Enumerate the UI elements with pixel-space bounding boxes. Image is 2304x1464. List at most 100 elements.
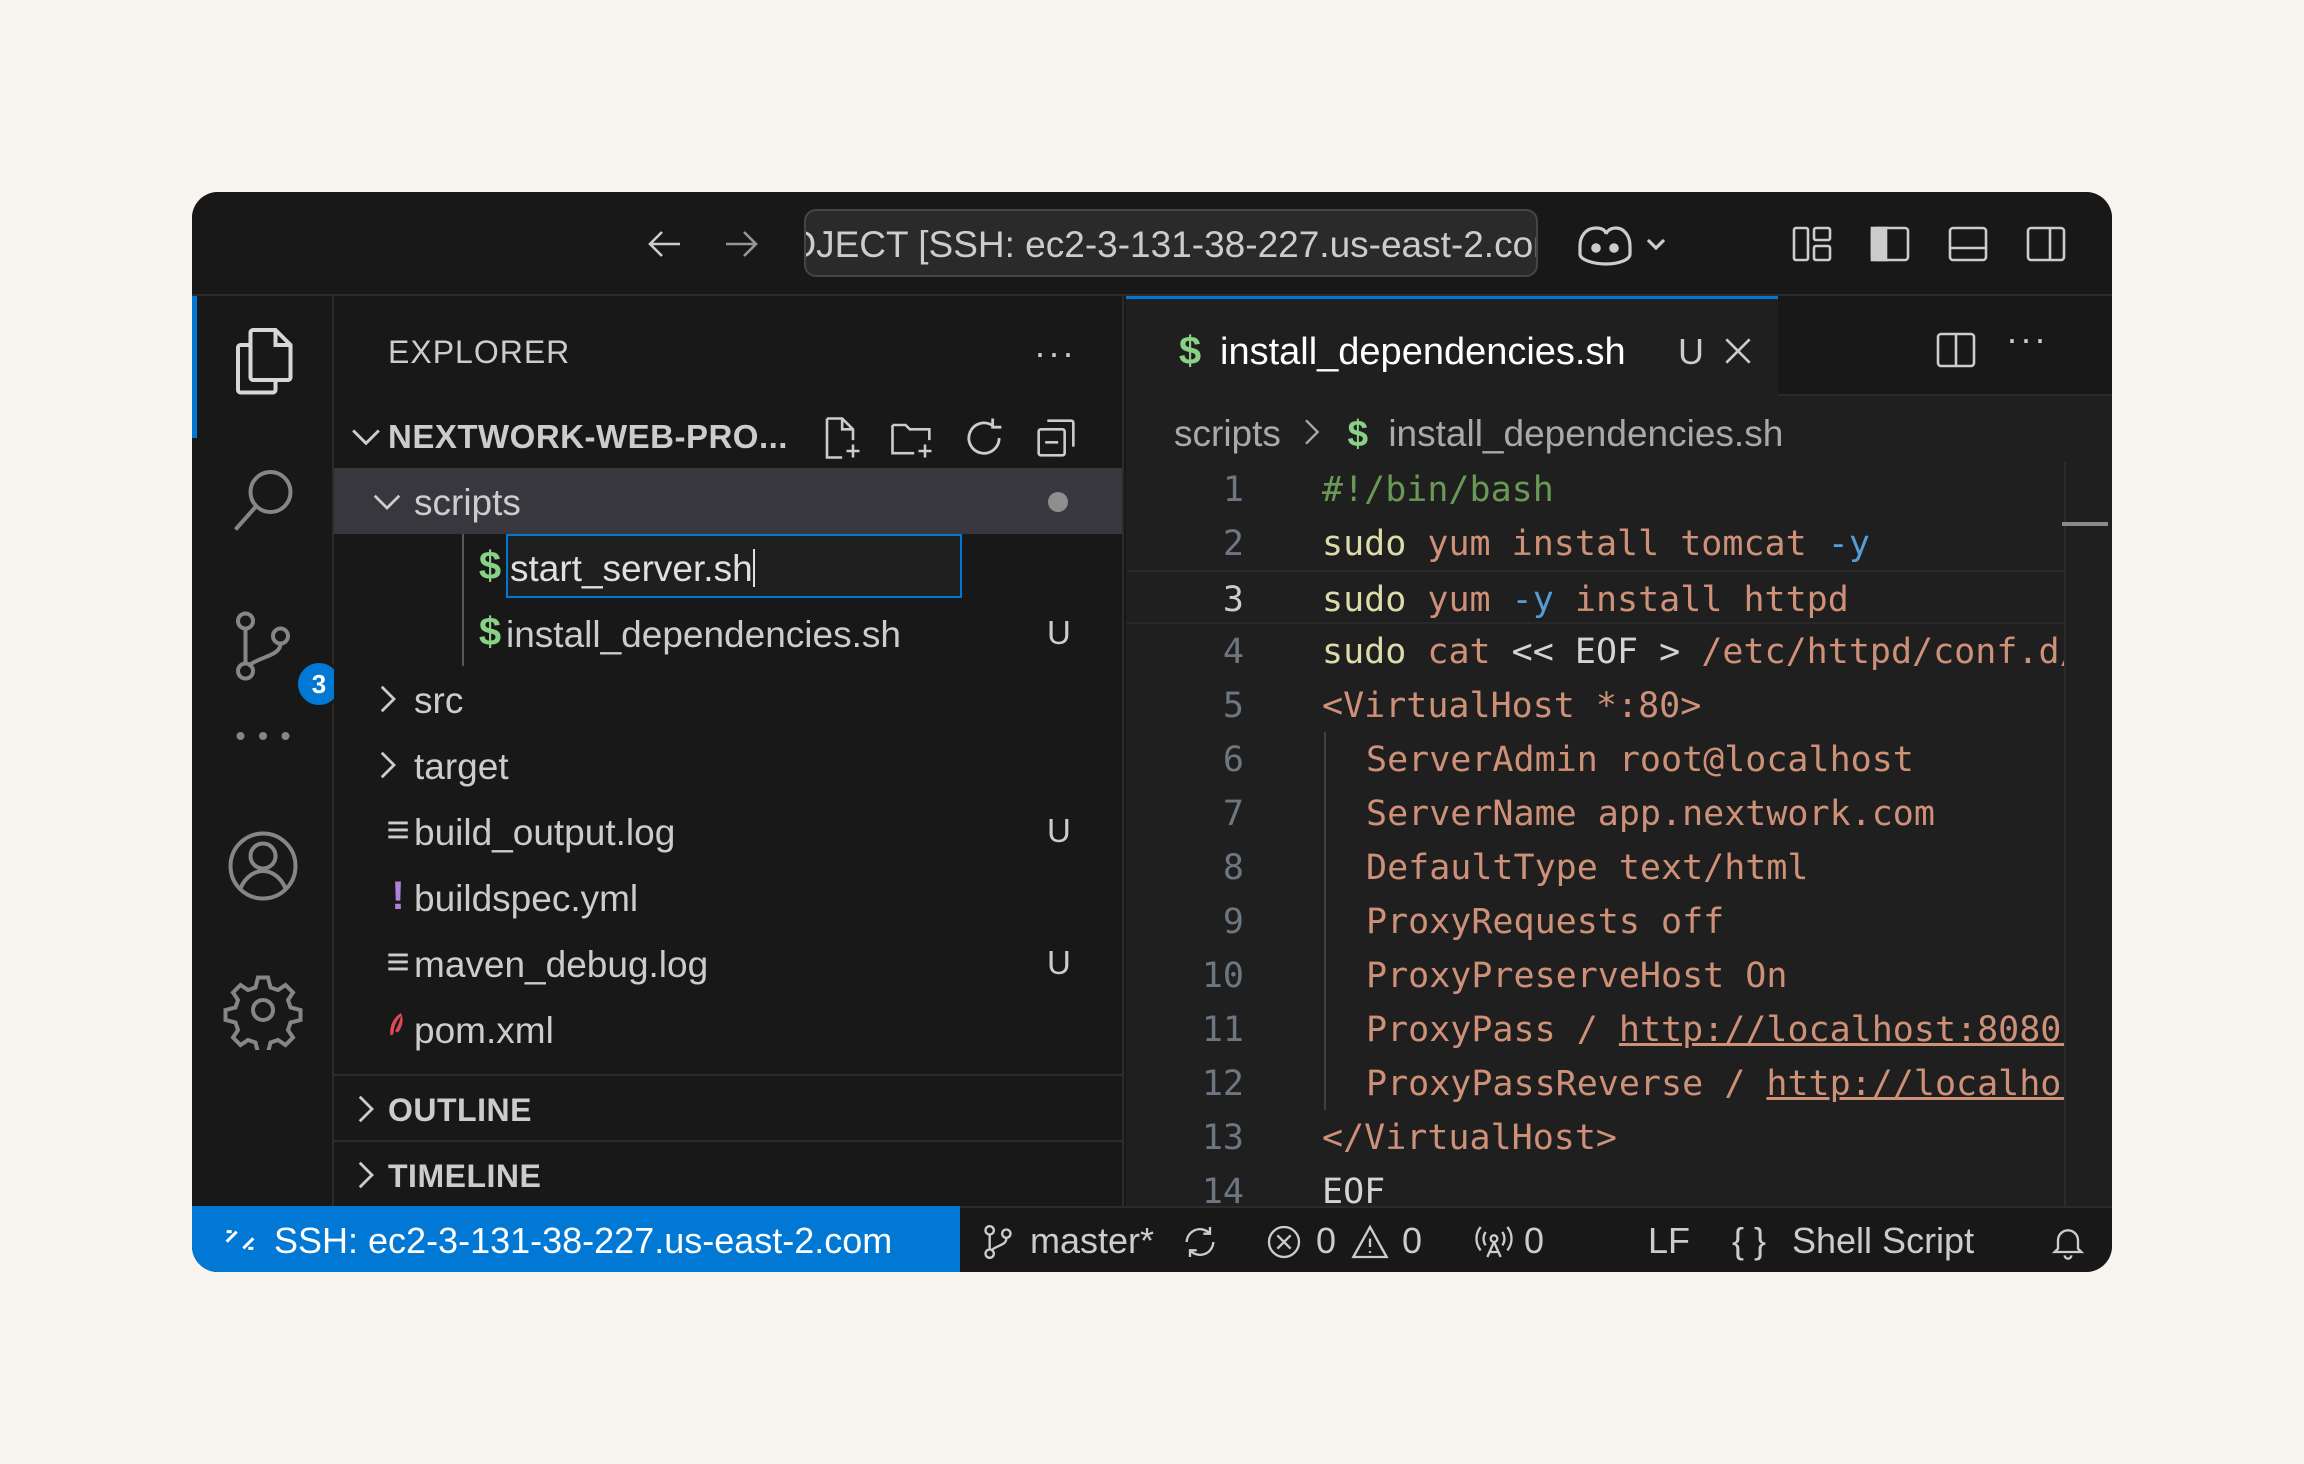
toggle-panel-icon[interactable] <box>1944 220 1992 268</box>
tab-install-dependencies[interactable]: $ install_dependencies.sh U <box>1126 296 1778 396</box>
code-editor[interactable]: 1 #!/bin/bash 2 sudo yum install tomcat … <box>1126 462 2112 1206</box>
vscode-window: NEXTWORK-WEB-PROJECT [SSH: ec2-3-131-38-… <box>192 192 2112 1272</box>
git-status-untracked: U <box>1047 812 1071 849</box>
code-text: #!/bin/bash <box>1322 470 1554 510</box>
tree-folder-src[interactable]: src <box>334 666 1122 732</box>
line-number: 2 <box>1222 524 1244 564</box>
forward-arrow-icon[interactable] <box>718 220 766 268</box>
command-center-label: NEXTWORK-WEB-PROJECT [SSH: ec2-3-131-38-… <box>806 224 1538 265</box>
title-bar: NEXTWORK-WEB-PROJECT [SSH: ec2-3-131-38-… <box>192 192 2112 296</box>
account-icon[interactable] <box>223 826 303 906</box>
copilot-icon[interactable] <box>1572 218 1672 270</box>
explorer-icon[interactable] <box>223 320 303 400</box>
toggle-primary-sidebar-icon[interactable] <box>1866 220 1914 268</box>
warning-count[interactable]: 0 <box>1402 1220 1422 1262</box>
code-token: -y <box>1806 524 1870 564</box>
code-token: sudo <box>1322 632 1407 672</box>
git-branch-icon <box>978 1222 1018 1262</box>
tree-file-buildspec[interactable]: ! buildspec.yml <box>334 864 1122 930</box>
remote-label: SSH: ec2-3-131-38-227.us-east-2.com <box>274 1220 893 1261</box>
tree-item-label: target <box>414 746 509 787</box>
tree-file-rename[interactable]: $ start_server.sh <box>334 534 1122 600</box>
ports-count[interactable]: 0 <box>1524 1220 1544 1262</box>
code-text: </VirtualHost> <box>1322 1118 1618 1158</box>
toggle-secondary-sidebar-icon[interactable] <box>2022 220 2070 268</box>
tree-item-label: src <box>414 680 464 721</box>
customize-layout-icon[interactable] <box>1788 220 1836 268</box>
new-folder-icon[interactable] <box>886 412 938 464</box>
editor-more-button[interactable]: ··· <box>2006 318 2054 366</box>
sync-icon[interactable] <box>1180 1222 1220 1262</box>
line-number: 5 <box>1222 686 1244 726</box>
code-token: ProxyPass / <box>1366 1010 1619 1050</box>
tree-folder-target[interactable]: target <box>334 732 1122 798</box>
indent-guide <box>1324 1002 1326 1056</box>
code-line: 6 ServerAdmin root@localhost <box>1126 732 2112 786</box>
text-caret <box>752 549 755 587</box>
tree-file-maven-debug[interactable]: ≡ maven_debug.log U <box>334 930 1122 996</box>
code-link[interactable]: http://localhost:8080/nextwork-web-proje… <box>1766 1064 2112 1104</box>
breadcrumb-file[interactable]: install_dependencies.sh <box>1388 413 1783 454</box>
collapse-all-icon[interactable] <box>1030 412 1082 464</box>
ports-icon <box>1474 1222 1514 1262</box>
tree-file-build-output[interactable]: ≡ build_output.log U <box>334 798 1122 864</box>
outline-section[interactable]: OUTLINE <box>334 1074 1122 1138</box>
line-number: 4 <box>1222 632 1244 672</box>
close-icon[interactable] <box>1718 331 1758 371</box>
split-editor-icon[interactable] <box>1932 326 1980 374</box>
code-token: yum <box>1406 580 1491 620</box>
bell-icon[interactable] <box>2048 1222 2088 1262</box>
code-text: ProxyPassReverse / http://localhost:8080… <box>1366 1064 2112 1104</box>
language-icon: { } <box>1732 1220 1767 1261</box>
end-of-line[interactable]: LF <box>1648 1220 1690 1262</box>
code-link[interactable]: http://localhost:8080/nextwork-web-proje… <box>1619 1010 2112 1050</box>
git-branch[interactable]: master* <box>1030 1220 1154 1262</box>
tree-file-install-dependencies[interactable]: $ install_dependencies.sh U <box>334 600 1122 666</box>
remote-indicator[interactable]: SSH: ec2-3-131-38-227.us-east-2.com <box>192 1206 960 1272</box>
line-number: 12 <box>1201 1064 1244 1104</box>
git-status-untracked: U <box>1047 614 1071 651</box>
rename-input[interactable]: start_server.sh <box>506 534 962 598</box>
minimap[interactable] <box>2064 462 2112 1206</box>
active-indicator <box>192 296 197 438</box>
code-token: yum install tomcat <box>1406 524 1807 564</box>
shell-file-icon: $ <box>478 610 502 654</box>
gear-icon[interactable] <box>223 970 303 1055</box>
code-line: 2 sudo yum install tomcat -y <box>1126 516 2112 570</box>
git-status-untracked: U <box>1047 944 1071 981</box>
new-file-icon[interactable] <box>814 412 866 464</box>
language-mode[interactable]: Shell Script <box>1792 1220 1974 1262</box>
line-number: 14 <box>1201 1172 1244 1206</box>
error-icon <box>1264 1222 1304 1262</box>
tree-item-label: install_dependencies.sh <box>506 614 901 655</box>
code-token: install httpd <box>1553 580 1849 620</box>
indent-guide <box>1324 786 1326 840</box>
command-center[interactable]: NEXTWORK-WEB-PROJECT [SSH: ec2-3-131-38-… <box>804 209 1538 277</box>
code-line: 12 ProxyPassReverse / http://localhost:8… <box>1126 1056 2112 1110</box>
line-number: 10 <box>1201 956 1244 996</box>
refresh-icon[interactable] <box>958 412 1010 464</box>
project-header[interactable]: NEXTWORK-WEB-PRO... <box>334 406 1122 468</box>
sidebar-more-button[interactable]: ··· <box>1034 332 1076 374</box>
more-icon[interactable] <box>223 696 303 776</box>
log-file-icon: ≡ <box>386 808 410 852</box>
tree-file-pom[interactable]: pom.xml <box>334 996 1122 1062</box>
back-arrow-icon[interactable] <box>640 220 688 268</box>
yaml-file-icon: ! <box>391 874 405 918</box>
indent-guide <box>1324 948 1326 1002</box>
breadcrumb-folder[interactable]: scripts <box>1174 413 1281 454</box>
code-line: 9 ProxyRequests off <box>1126 894 2112 948</box>
minimap-slider[interactable] <box>2062 522 2108 526</box>
line-number: 7 <box>1222 794 1244 834</box>
modified-dot <box>1048 492 1068 512</box>
source-control-icon[interactable]: 3 <box>223 606 343 708</box>
tree-folder-scripts[interactable]: scripts <box>334 468 1122 534</box>
code-line: 14 EOF <box>1126 1164 2112 1206</box>
chevron-right-icon <box>344 1154 386 1196</box>
timeline-section[interactable]: TIMELINE <box>334 1140 1122 1204</box>
search-icon[interactable] <box>223 462 303 542</box>
error-count[interactable]: 0 <box>1316 1220 1336 1262</box>
sidebar-title: EXPLORER <box>388 334 571 370</box>
breadcrumb: scripts $ install_dependencies.sh <box>1174 412 1783 462</box>
chevron-down-icon <box>366 480 408 522</box>
